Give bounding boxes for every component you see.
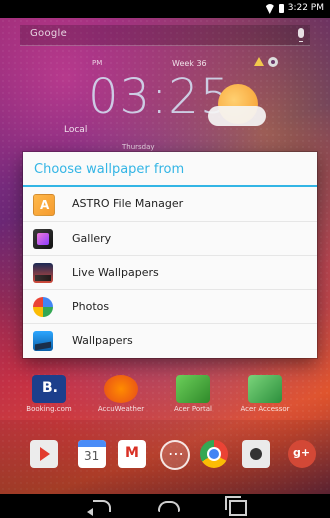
photos-icon: [33, 297, 53, 317]
google-search-bar[interactable]: Google: [20, 25, 310, 46]
play-store-icon[interactable]: [30, 440, 58, 468]
dock: [0, 420, 330, 494]
list-item-live-wallpapers[interactable]: Live Wallpapers: [23, 255, 317, 289]
app-acer-portal[interactable]: Acer Portal: [164, 375, 222, 420]
wallpaper-chooser-dialog: Choose wallpaper from ASTRO File Manager…: [23, 152, 317, 358]
list-item-wallpapers[interactable]: Wallpapers: [23, 323, 317, 357]
app-label: AccuWeather: [97, 405, 145, 413]
navigation-bar: [0, 494, 330, 518]
app-acer-accessory[interactable]: Acer Accessor: [236, 375, 294, 420]
alert-icon[interactable]: [254, 57, 264, 66]
apps-icon[interactable]: [160, 440, 190, 470]
list-item-label: Live Wallpapers: [72, 266, 159, 279]
home-app-row: Booking.com AccuWeather Acer Portal Acer…: [20, 375, 310, 420]
home-icon[interactable]: [158, 501, 180, 512]
app-label: Acer Accessor: [240, 405, 290, 413]
google-plus-icon[interactable]: [288, 440, 316, 468]
home-screen: 3:22 PM Google PM Week 36 03:25 Local Th…: [0, 0, 330, 518]
list-item-label: Gallery: [72, 232, 112, 245]
recent-apps-icon[interactable]: [225, 496, 247, 516]
app-label: Acer Portal: [173, 405, 213, 413]
chrome-icon[interactable]: [200, 440, 228, 468]
camera-icon[interactable]: [242, 440, 270, 468]
battery-icon: [278, 3, 284, 13]
list-item-label: ASTRO File Manager: [72, 197, 184, 210]
status-icons: 3:22 PM: [265, 3, 324, 13]
astro-icon: [33, 194, 55, 216]
list-item-astro-file-manager[interactable]: ASTRO File Manager: [23, 187, 317, 221]
status-time: 3:22 PM: [287, 3, 324, 13]
app-label: Booking.com: [26, 405, 72, 413]
dialog-title-text: Choose wallpaper from: [34, 162, 185, 177]
wifi-icon: [265, 4, 275, 12]
wallpaper-source-list: ASTRO File Manager Gallery Live Wallpape…: [23, 187, 317, 357]
app-booking[interactable]: Booking.com: [20, 375, 78, 420]
app-accuweather[interactable]: AccuWeather: [92, 375, 150, 420]
gmail-icon[interactable]: [118, 440, 146, 468]
wallpapers-icon: [33, 331, 53, 351]
calendar-icon[interactable]: [78, 440, 106, 468]
location-label: Local: [64, 125, 88, 135]
status-bar: 3:22 PM: [0, 0, 330, 18]
accuweather-icon: [104, 375, 138, 403]
list-item-label: Wallpapers: [72, 334, 133, 347]
cloud-icon: [208, 106, 266, 126]
weather-icon[interactable]: [208, 80, 268, 130]
live-wallpapers-icon: [33, 263, 53, 283]
dialog-title: Choose wallpaper from: [23, 152, 317, 187]
list-item-photos[interactable]: Photos: [23, 289, 317, 323]
acer-accessory-icon: [248, 375, 282, 403]
booking-icon: [32, 375, 66, 403]
microphone-icon[interactable]: [298, 28, 304, 42]
search-label: Google: [30, 28, 68, 39]
back-icon[interactable]: [87, 500, 111, 516]
list-item-gallery[interactable]: Gallery: [23, 221, 317, 255]
gear-icon[interactable]: [268, 57, 278, 67]
gallery-icon: [33, 229, 53, 249]
list-item-label: Photos: [72, 300, 110, 313]
day-label: Thursday: [122, 143, 155, 151]
clock-period: PM: [92, 59, 103, 67]
week-label: Week 36: [172, 59, 207, 68]
acer-portal-icon: [176, 375, 210, 403]
